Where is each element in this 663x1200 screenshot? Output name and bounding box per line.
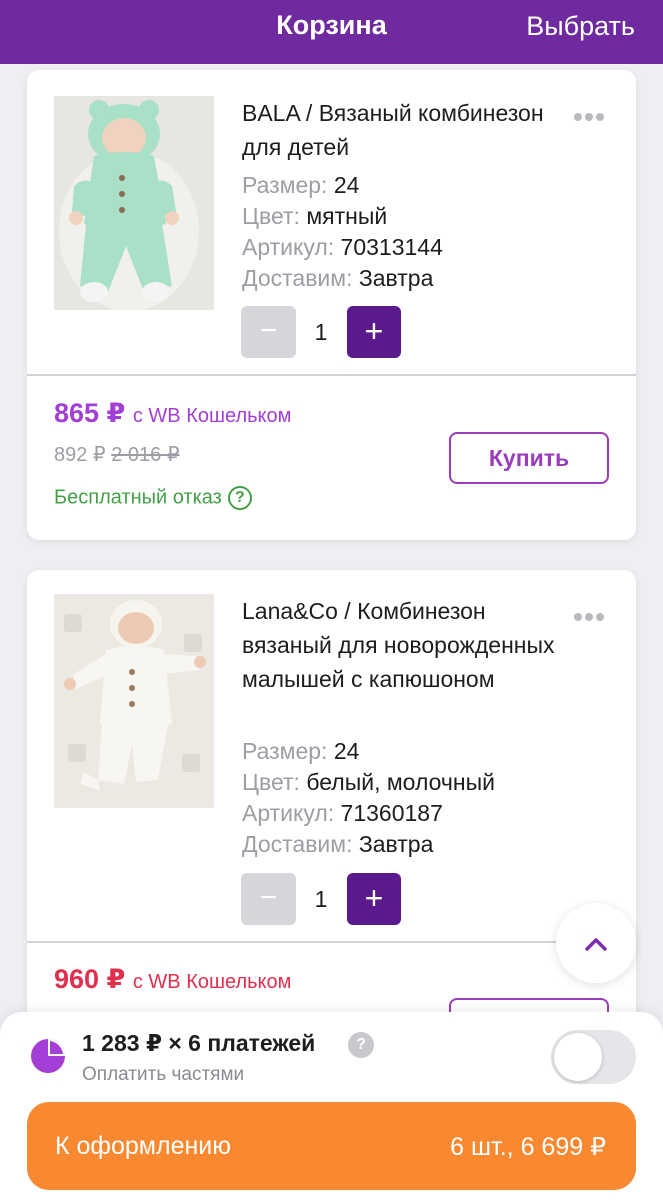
attr-article: Артикул: 71360187 bbox=[242, 800, 443, 826]
free-cancel-label: Бесплатный отказ bbox=[54, 486, 222, 509]
cart-item-card: BALA / Вязаный комбинезон для детей Разм… bbox=[27, 70, 636, 540]
product-image[interactable] bbox=[54, 96, 214, 310]
decrease-quantity-button[interactable]: − bbox=[241, 873, 296, 925]
pie-chart-icon bbox=[31, 1039, 65, 1073]
attr-size: Размер: 24 bbox=[242, 738, 360, 764]
price-strikethrough: 2 016 ₽ bbox=[111, 444, 180, 466]
header-bar: Корзина Выбрать bbox=[0, 0, 663, 64]
scroll-top-button[interactable] bbox=[556, 903, 636, 983]
checkout-button[interactable]: К оформлению 6 шт., 6 699 ₽ bbox=[27, 1102, 636, 1190]
price-alt: 892 ₽ bbox=[54, 444, 106, 466]
quantity-value: 1 bbox=[314, 886, 328, 912]
price-with-wallet: 960 ₽ с WB Кошельком bbox=[54, 964, 291, 995]
price-value: 865 ₽ bbox=[54, 398, 126, 428]
product-image[interactable] bbox=[54, 594, 214, 808]
quantity-stepper: − 1 + bbox=[241, 306, 401, 358]
cart-item-card: Lana&Co / Комбинезон вязаный для новорож… bbox=[27, 570, 636, 1050]
price-with-wallet: 865 ₽ с WB Кошельком bbox=[54, 398, 291, 429]
divider bbox=[27, 941, 636, 943]
increase-quantity-button[interactable]: + bbox=[347, 306, 401, 358]
attr-delivery: Доставим: Завтра bbox=[242, 831, 434, 857]
installment-amount: 1 283 ₽ × 6 платежей bbox=[82, 1030, 316, 1056]
checkout-total: 6 шт., 6 699 ₽ bbox=[450, 1133, 606, 1161]
divider bbox=[27, 374, 636, 376]
attr-delivery: Доставим: Завтра bbox=[242, 265, 434, 291]
product-attributes: Размер: 24 Цвет: белый, молочный Артикул… bbox=[242, 736, 495, 860]
chevron-up-icon bbox=[585, 938, 607, 951]
product-name[interactable]: BALA / Вязаный комбинезон для детей bbox=[242, 96, 572, 164]
quantity-stepper: − 1 + bbox=[241, 873, 401, 925]
decrease-quantity-button[interactable]: − bbox=[241, 306, 296, 358]
quantity-value: 1 bbox=[314, 319, 328, 345]
attr-size: Размер: 24 bbox=[242, 172, 360, 198]
wallet-label: с WB Кошельком bbox=[132, 971, 292, 993]
attr-color: Цвет: мятный bbox=[242, 203, 388, 229]
increase-quantity-button[interactable]: + bbox=[347, 873, 401, 925]
installment-toggle[interactable] bbox=[551, 1030, 636, 1084]
select-button[interactable]: Выбрать bbox=[526, 11, 635, 42]
checkout-label: К оформлению bbox=[55, 1132, 231, 1160]
installment-subtitle: Оплатить частями bbox=[82, 1064, 245, 1085]
free-cancel[interactable]: Бесплатный отказ? bbox=[54, 486, 252, 510]
help-icon[interactable]: ? bbox=[348, 1032, 374, 1058]
checkout-panel: 1 283 ₽ × 6 платежей ? Оплатить частями … bbox=[0, 1012, 663, 1200]
attr-article: Артикул: 70313144 bbox=[242, 234, 443, 260]
attr-color: Цвет: белый, молочный bbox=[242, 769, 495, 795]
help-icon: ? bbox=[227, 486, 252, 510]
product-attributes: Размер: 24 Цвет: мятный Артикул: 7031314… bbox=[242, 170, 443, 294]
product-name[interactable]: Lana&Co / Комбинезон вязаный для новорож… bbox=[242, 594, 572, 696]
more-dots-icon[interactable] bbox=[574, 608, 608, 621]
price-value: 960 ₽ bbox=[54, 964, 126, 994]
price-old: 892 ₽ 2 016 ₽ bbox=[54, 442, 180, 467]
more-dots-icon[interactable] bbox=[574, 108, 608, 121]
buy-button[interactable]: Купить bbox=[449, 432, 609, 484]
toggle-knob bbox=[554, 1033, 602, 1081]
wallet-label: с WB Кошельком bbox=[132, 405, 292, 427]
